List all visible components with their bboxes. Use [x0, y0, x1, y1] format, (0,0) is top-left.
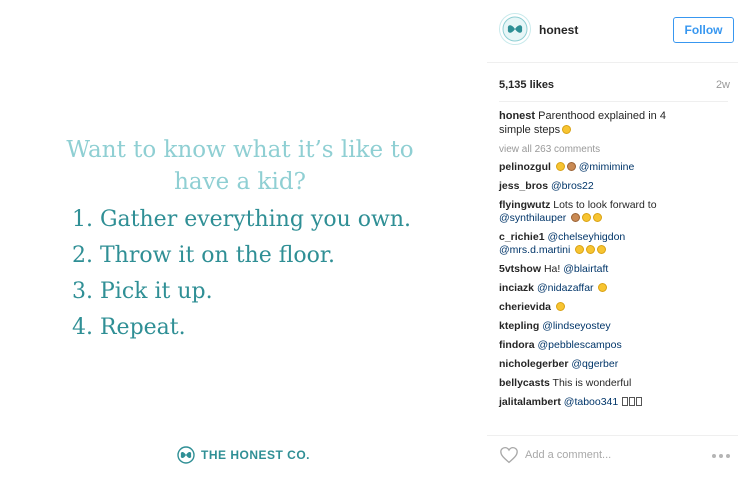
post-sidebar: honest Follow 5,135 likes 2w honest Pare…: [487, 0, 738, 481]
emoji-icon: [555, 162, 565, 171]
honest-logo-icon: [502, 16, 528, 42]
comment-user[interactable]: cherievida: [499, 301, 551, 313]
comment-mention[interactable]: @blairtaft: [563, 263, 608, 275]
comment-user[interactable]: findora: [499, 339, 535, 351]
emoji-icon: [582, 213, 592, 222]
add-comment-input[interactable]: [525, 446, 675, 464]
more-options-icon[interactable]: [712, 454, 730, 458]
caption-user[interactable]: honest: [499, 110, 535, 122]
comment-user[interactable]: bellycasts: [499, 377, 550, 389]
comment-user[interactable]: 5vtshow: [499, 263, 541, 275]
follow-button[interactable]: Follow: [673, 17, 734, 43]
comment-footer: [487, 435, 738, 482]
comment-mention[interactable]: @mimimine: [579, 161, 635, 173]
emoji-icon: [586, 245, 596, 254]
comment-item: cherievida: [499, 301, 728, 314]
comment-mention[interactable]: @nidazaffar: [537, 282, 594, 294]
comment-item: flyingwutz Lots to look forward to @synt…: [499, 199, 728, 225]
post-timestamp[interactable]: 2w: [716, 79, 730, 91]
post-image: Want to know what it’s like to have a ki…: [0, 0, 487, 481]
emoji-icon: [562, 125, 572, 134]
divider: [499, 101, 728, 102]
dot: [726, 454, 730, 458]
comment-item: nicholegerber @qgerber: [499, 358, 728, 371]
likes-count[interactable]: 5,135 likes: [499, 79, 554, 91]
dot: [712, 454, 716, 458]
comment-item: pelinozgul @mimimine: [499, 161, 728, 174]
step-item: 4. Repeat.: [72, 315, 186, 340]
comment-item: inciazk @nidazaffar: [499, 282, 728, 295]
comment-user[interactable]: jess_bros: [499, 180, 548, 192]
heart-icon[interactable]: [499, 446, 519, 469]
missing-glyph-icon: [629, 397, 636, 406]
comment-user[interactable]: ktepling: [499, 320, 539, 332]
comment-user[interactable]: c_richie1: [499, 231, 545, 243]
step-item: 1. Gather everything you own.: [72, 207, 411, 232]
comment-item: c_richie1 @chelseyhigdon @mrs.d.martini: [499, 231, 728, 257]
comment-mention[interactable]: @mrs.d.martini: [499, 244, 570, 256]
post-headline: Want to know what it’s like to have a ki…: [66, 137, 414, 195]
comment-mention[interactable]: @qgerber: [571, 358, 618, 370]
comments-list: pelinozgul @mimimine jess_bros @bros22 f…: [499, 161, 728, 415]
emoji-icon: [597, 245, 607, 254]
post-caption: honest Parenthood explained in 4 simple …: [499, 109, 699, 137]
comment-mention[interactable]: @chelseyhigdon: [547, 231, 625, 243]
comment-item: 5vtshow Ha! @blairtaft: [499, 263, 728, 276]
comment-text: Ha!: [543, 263, 561, 275]
missing-glyph-icon: [622, 397, 629, 406]
emoji-icon: [598, 283, 608, 292]
emoji-icon: [571, 213, 581, 222]
steps-list: 1. Gather everything you own. 2. Throw i…: [72, 202, 411, 346]
comment-item: ktepling @lindseyostey: [499, 320, 728, 333]
post-header: honest Follow: [487, 0, 738, 63]
avatar[interactable]: [499, 13, 531, 45]
comment-mention[interactable]: @synthilauper: [499, 212, 566, 224]
emoji-icon: [575, 245, 585, 254]
comment-item: jalitalambert @taboo341: [499, 396, 728, 409]
brand-logo: THE HONEST CO.: [177, 446, 310, 464]
dot: [719, 454, 723, 458]
comment-text: Lots to look forward to: [553, 199, 657, 211]
step-item: 2. Throw it on the floor.: [72, 243, 335, 268]
view-all-comments-link[interactable]: view all 263 comments: [499, 144, 600, 155]
comment-item: jess_bros @bros22: [499, 180, 728, 193]
emoji-icon: [555, 302, 565, 311]
comment-item: findora @pebblescampos: [499, 339, 728, 352]
step-item: 3. Pick it up.: [72, 279, 213, 304]
comment-item: bellycasts This is wonderful: [499, 377, 728, 390]
missing-glyph-icon: [636, 397, 643, 406]
comment-text: This is wonderful: [552, 377, 632, 389]
username-link[interactable]: honest: [539, 23, 578, 37]
emoji-icon: [566, 162, 576, 171]
comment-user[interactable]: jalitalambert: [499, 396, 561, 408]
comment-user[interactable]: inciazk: [499, 282, 534, 294]
comment-mention[interactable]: @bros22: [551, 180, 594, 192]
comment-mention[interactable]: @taboo341: [564, 396, 618, 408]
comment-user[interactable]: nicholegerber: [499, 358, 568, 370]
brand-name: THE HONEST CO.: [201, 448, 311, 462]
comment-user[interactable]: pelinozgul: [499, 161, 551, 173]
emoji-icon: [593, 213, 603, 222]
comment-mention[interactable]: @lindseyostey: [542, 320, 610, 332]
comment-user[interactable]: flyingwutz: [499, 199, 550, 211]
comment-mention[interactable]: @pebblescampos: [538, 339, 622, 351]
honest-logo-icon: [177, 446, 195, 464]
